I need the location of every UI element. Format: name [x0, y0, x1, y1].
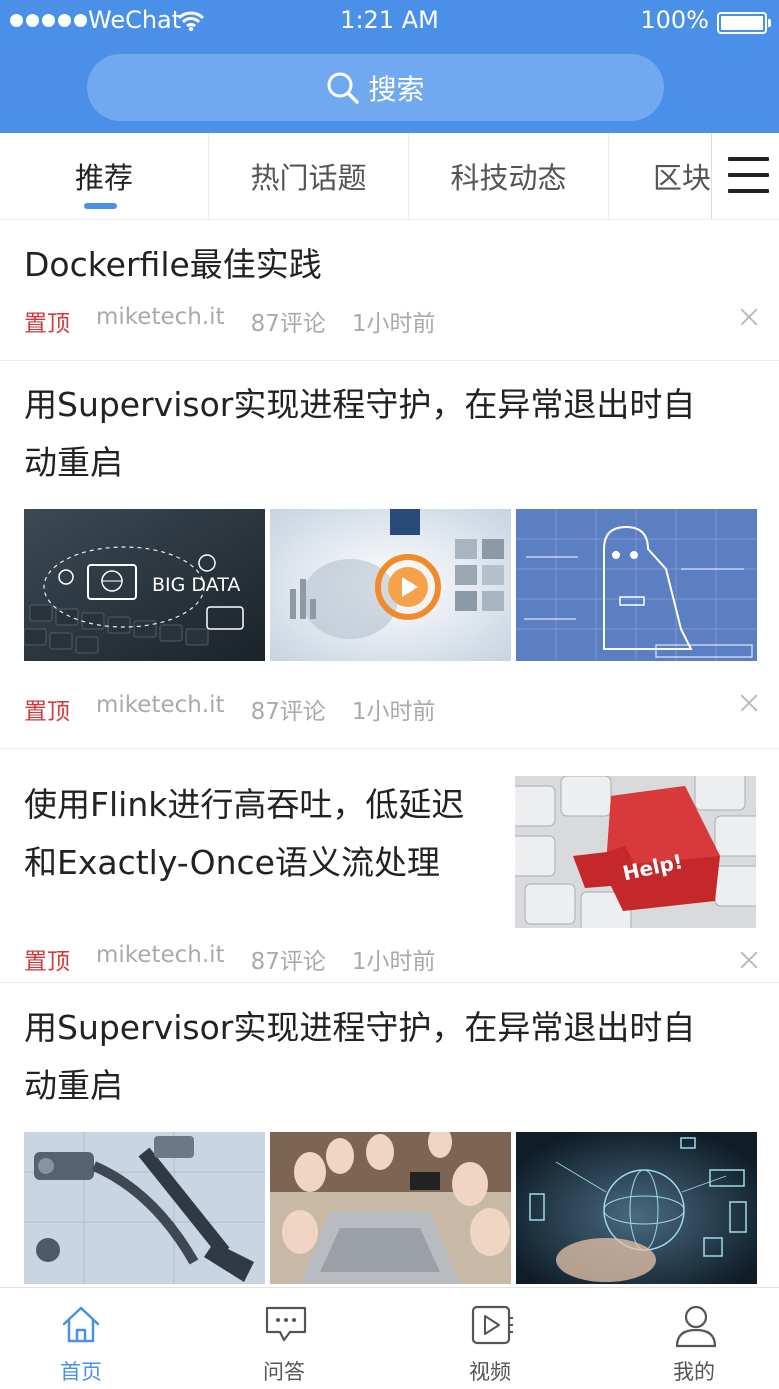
article-title[interactable]: 用Supervisor实现进程守护，在异常退出时自 动重启	[24, 999, 695, 1115]
bottom-tab-bar: 首页 问答 视频 我的	[0, 1287, 779, 1389]
video-icon	[471, 1305, 513, 1345]
pinned-badge: 置顶	[24, 949, 70, 975]
title-line: 动重启	[24, 443, 123, 482]
article-item[interactable]: 使用Flink进行高吞吐，低延迟 和Exactly-Once语义流处理 Help…	[0, 749, 779, 983]
app-header: WeChat 1:21 AM 100% 搜索	[0, 0, 779, 133]
publish-time: 1小时前	[351, 949, 436, 975]
nav-video[interactable]: 视频	[420, 1288, 560, 1389]
battery-percent: 100%	[640, 6, 709, 34]
title-line: 用Supervisor实现进程守护，在异常退出时自	[24, 1008, 696, 1047]
image-caption-text: BIG DATA	[152, 574, 240, 596]
article-title[interactable]: Dockerfile最佳实践	[24, 236, 322, 294]
tab-hot-topics[interactable]: 热门话题	[209, 133, 409, 219]
status-bar: WeChat 1:21 AM 100%	[0, 0, 779, 44]
article-thumbnails: BIG DATA	[24, 509, 757, 661]
article-title[interactable]: 用Supervisor实现进程守护，在异常退出时自 动重启	[24, 376, 695, 492]
dismiss-icon[interactable]	[741, 952, 757, 968]
nav-label: 问答	[263, 1360, 305, 1384]
publish-time: 1小时前	[351, 311, 436, 337]
article-item[interactable]: Dockerfile最佳实践 置顶 miketech.it 87评论 1小时前	[0, 220, 779, 361]
tab-label: 推荐	[74, 161, 133, 195]
home-icon	[62, 1306, 100, 1343]
title-line: 和Exactly-Once语义流处理	[24, 843, 440, 882]
comment-count: 87评论	[250, 949, 326, 975]
title-line: 用Supervisor实现进程守护，在异常退出时自	[24, 385, 696, 424]
tools-image[interactable]	[24, 1132, 265, 1284]
article-source: miketech.it	[96, 304, 225, 330]
tech-touch-image[interactable]	[270, 509, 511, 661]
thumbs-up-image[interactable]	[270, 1132, 511, 1284]
nav-profile[interactable]: 我的	[624, 1288, 764, 1389]
nav-qa[interactable]: 问答	[214, 1288, 354, 1389]
article-meta: 置顶 miketech.it 87评论 1小时前	[24, 692, 435, 726]
pinned-badge: 置顶	[24, 311, 70, 337]
tab-label: 科技动态	[450, 161, 567, 195]
article-item[interactable]: 用Supervisor实现进程守护，在异常退出时自 动重启 BIG DATA 置…	[0, 361, 779, 749]
article-meta: 置顶 miketech.it 87评论 1小时前	[24, 304, 435, 338]
help-key-image[interactable]: Help!	[515, 776, 756, 928]
search-icon	[327, 72, 360, 104]
title-line: 使用Flink进行高吞吐，低延迟	[24, 785, 465, 824]
dismiss-icon[interactable]	[741, 695, 757, 711]
nav-label: 首页	[60, 1360, 102, 1384]
comment-count: 87评论	[250, 699, 326, 725]
search-bar[interactable]: 搜索	[87, 54, 664, 121]
dismiss-icon[interactable]	[741, 309, 757, 325]
user-icon	[675, 1305, 717, 1348]
title-line: 动重启	[24, 1066, 123, 1105]
publish-time: 1小时前	[351, 699, 436, 725]
battery-icon	[717, 12, 771, 34]
nav-home[interactable]: 首页	[11, 1288, 151, 1389]
globe-network-image[interactable]	[516, 1132, 757, 1284]
tab-tech-news[interactable]: 科技动态	[409, 133, 609, 219]
active-tab-indicator	[84, 203, 117, 209]
article-source: miketech.it	[96, 692, 225, 718]
nav-label: 视频	[469, 1360, 511, 1384]
article-meta: 置顶 miketech.it 87评论 1小时前	[24, 942, 435, 976]
pinned-badge: 置顶	[24, 699, 70, 725]
chat-icon	[265, 1306, 307, 1342]
big-data-keyboard-image[interactable]: BIG DATA	[24, 509, 265, 661]
menu-icon[interactable]	[728, 157, 769, 193]
article-item[interactable]: 用Supervisor实现进程守护，在异常退出时自 动重启	[0, 983, 779, 1287]
nav-label: 我的	[673, 1360, 715, 1384]
article-source: miketech.it	[96, 942, 225, 968]
article-thumbnails	[24, 1132, 757, 1284]
article-title[interactable]: 使用Flink进行高吞吐，低延迟 和Exactly-Once语义流处理	[24, 776, 464, 892]
comment-count: 87评论	[250, 311, 326, 337]
article-feed: Dockerfile最佳实践 置顶 miketech.it 87评论 1小时前 …	[0, 220, 779, 1287]
search-label: 搜索	[368, 72, 425, 106]
tab-label: 热门话题	[250, 161, 367, 195]
robot-sketch-image[interactable]	[516, 509, 757, 661]
